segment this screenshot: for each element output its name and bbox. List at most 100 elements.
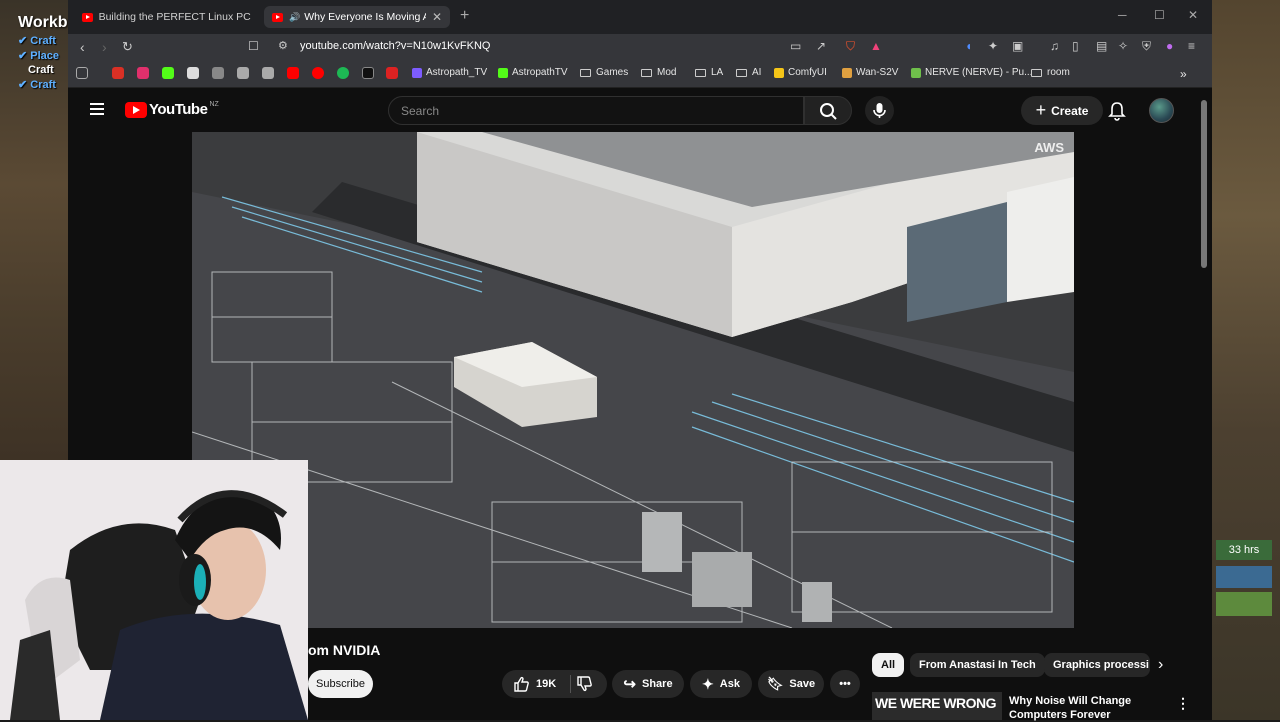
folder-icon	[736, 68, 747, 77]
bookmark-folder-la[interactable]: LA	[695, 67, 723, 78]
chip-graphics-processing[interactable]: Graphics processi	[1044, 653, 1150, 677]
bookmark-astropath-tv[interactable]: Astropath_TV	[412, 67, 487, 78]
recommendation-title[interactable]: Why Noise Will Change Computers Forever	[1009, 694, 1159, 722]
site-info-icon[interactable]: ⚙	[278, 39, 288, 52]
leo-icon[interactable]: ✧	[1118, 39, 1128, 53]
create-button[interactable]: + Create	[1021, 96, 1103, 125]
voice-search-button[interactable]	[865, 96, 894, 125]
more-actions-button[interactable]: •••	[830, 670, 860, 698]
brave-rewards-icon[interactable]: ▲	[870, 39, 882, 53]
capcut-icon[interactable]	[262, 67, 274, 79]
quest-panel-title: Workb	[18, 14, 68, 31]
folder-icon	[695, 68, 706, 77]
share-button[interactable]: ↪ Share	[612, 670, 684, 698]
youtube-logo[interactable]: YouTube NZ	[125, 101, 219, 118]
bell-icon	[1108, 102, 1126, 121]
youtube-favicon-icon	[82, 12, 93, 22]
notifications-button[interactable]	[1106, 100, 1128, 127]
video-player[interactable]: AWS	[192, 132, 1074, 628]
bookmark-save-icon: 🔖︎	[766, 676, 784, 691]
account-avatar[interactable]	[1149, 98, 1174, 123]
bookmark-astropathtv-kick[interactable]: AstropathTV	[498, 67, 568, 78]
plus-icon: +	[1035, 100, 1047, 120]
tiktok-icon[interactable]	[362, 67, 374, 79]
minimize-button[interactable]: ─	[1118, 8, 1127, 22]
apps-grid-icon[interactable]	[76, 67, 88, 79]
instagram-icon[interactable]	[137, 67, 149, 79]
sparkle-icon: ✦	[702, 675, 714, 692]
quest-item: Craft	[28, 64, 54, 76]
reload-button[interactable]: ↻	[122, 39, 133, 55]
comfyui-icon	[774, 67, 784, 78]
twitch-icon	[412, 67, 422, 78]
extensions-icon[interactable]: ✦	[988, 39, 998, 53]
bookmarks-bar: Astropath_TV AstropathTV Games Mod LA AI…	[68, 60, 1212, 88]
recommendation-thumbnail[interactable]: WE WERE WRONG	[872, 692, 1002, 720]
guide-menu-icon[interactable]	[90, 103, 104, 118]
maximize-button[interactable]: ☐	[1154, 8, 1165, 22]
sidebar-icon[interactable]: ▯	[1072, 39, 1079, 53]
youtube-music-icon[interactable]	[312, 67, 324, 79]
link-icon[interactable]	[212, 67, 224, 79]
wallet-icon[interactable]: ▤	[1096, 39, 1107, 53]
close-tab-icon[interactable]: ✕	[432, 10, 442, 24]
streamer-webcam-image	[0, 460, 308, 720]
audio-icon[interactable]: ◖	[965, 39, 972, 53]
thumbs-up-icon	[514, 676, 529, 692]
bookmark-wan-s2v[interactable]: Wan-S2V	[842, 67, 898, 78]
folder-icon	[580, 68, 591, 77]
search-input[interactable]: Search	[388, 96, 804, 125]
video-watermark: AWS	[1034, 140, 1064, 155]
recommendation-menu-icon[interactable]: ⋮	[1176, 695, 1190, 712]
page-scrollbar-thumb[interactable]	[1201, 100, 1207, 268]
menu-icon[interactable]: ≡	[1188, 39, 1195, 53]
youtube-icon[interactable]	[287, 67, 299, 79]
share-icon: ↪	[623, 676, 636, 693]
chip-all[interactable]: All	[872, 653, 905, 677]
bookmark-icon[interactable]: ☐	[248, 39, 259, 53]
tab-active-video[interactable]: 🔊 Why Everyone Is Moving Aw ✕	[264, 6, 450, 28]
share-page-icon[interactable]: ↗	[816, 39, 826, 53]
link-icon[interactable]	[237, 67, 249, 79]
close-window-button[interactable]: ✕	[1188, 8, 1198, 22]
game-background-left: Workb ✔ Craft ✔ Place Craft ✔ Craft	[0, 0, 68, 460]
search-button[interactable]	[804, 96, 852, 125]
media-icon[interactable]: ♫	[1050, 39, 1059, 53]
thumbs-down-icon	[577, 676, 592, 692]
tab-bar: Building the PERFECT Linux PC with 🔊 Why…	[68, 0, 1212, 34]
quest-item: ✔ Craft	[18, 79, 56, 91]
bookmark-folder-games[interactable]: Games	[580, 67, 628, 78]
brave-shield-icon[interactable]: ⛉	[846, 39, 855, 54]
x-icon[interactable]	[187, 67, 199, 79]
spotify-icon[interactable]	[337, 67, 349, 79]
dislike-button[interactable]	[566, 670, 602, 698]
hud-block	[1216, 566, 1272, 588]
bookmark-comfyui[interactable]: ComfyUI	[774, 67, 827, 78]
kick-icon[interactable]	[162, 67, 174, 79]
address-bar: ‹ › ↻ ☐ ⚙ youtube.com/watch?v=N10w1KvFKN…	[68, 34, 1212, 60]
chip-from-anastasi[interactable]: From Anastasi In Tech	[910, 653, 1045, 677]
ask-button[interactable]: ✦ Ask	[690, 670, 752, 698]
forward-button[interactable]: ›	[102, 39, 107, 55]
screenshot-icon[interactable]: ▣	[1012, 39, 1023, 53]
webcam-overlay	[0, 460, 308, 720]
profile-icon[interactable]: ●	[1166, 39, 1173, 53]
back-button[interactable]: ‹	[80, 39, 85, 55]
subscribe-button[interactable]: Subscribe	[308, 670, 373, 698]
save-button[interactable]: 🔖︎ Save	[758, 670, 824, 698]
bookmark-folder-mod[interactable]: Mod	[641, 67, 676, 78]
chevron-right-icon[interactable]: ›	[1158, 656, 1163, 674]
vpn-icon[interactable]: ⛨	[1142, 39, 1151, 54]
bookmark-nerve[interactable]: NERVE (NERVE) - Pu...	[911, 67, 1032, 78]
cast-icon[interactable]: ▭	[790, 39, 801, 53]
url-field[interactable]: youtube.com/watch?v=N10w1KvFKNQ	[300, 40, 490, 52]
hud-block	[1216, 592, 1272, 616]
youtube-header: YouTube NZ Search + Create	[68, 88, 1212, 132]
more-bookmarks-button[interactable]: »	[1180, 67, 1187, 81]
new-tab-button[interactable]: +	[460, 7, 469, 25]
badge-icon[interactable]	[386, 67, 398, 79]
bookmark-folder-room[interactable]: room	[1031, 67, 1070, 78]
gmail-icon[interactable]	[112, 67, 124, 79]
bookmark-folder-ai[interactable]: AI	[736, 67, 761, 78]
tab-linux-pc[interactable]: Building the PERFECT Linux PC with	[74, 6, 260, 28]
